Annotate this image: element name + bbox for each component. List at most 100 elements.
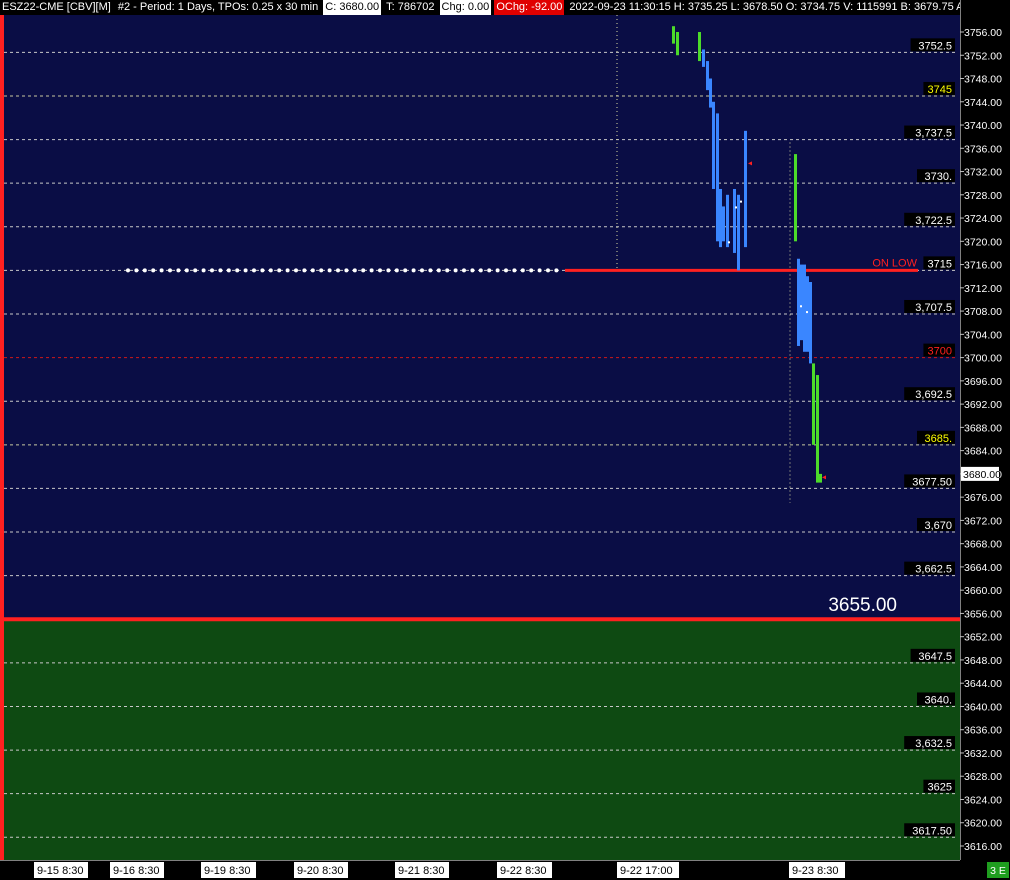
- price-tick-label: 3660.00: [964, 585, 1002, 597]
- level-label: 3752.5: [918, 40, 952, 52]
- on-low-dot: [277, 268, 282, 273]
- on-low-dot: [478, 268, 483, 273]
- corner-badge-label: 3 E: [990, 865, 1006, 877]
- price-tick-label: 3732.00: [964, 167, 1002, 179]
- level-label: 3647.5: [918, 651, 952, 663]
- price-tick-label: 3712.00: [964, 283, 1002, 295]
- price-axis[interactable]: 3756.00 3752.00 3748.00 3744.00 3740.00 3736.…: [960, 0, 1010, 860]
- on-low-dot: [470, 268, 475, 273]
- tpo-profile-bar: [794, 154, 797, 242]
- on-low-dot: [403, 268, 408, 273]
- on-low-dot: [453, 268, 458, 273]
- chart-plot-area[interactable]: 3752.5 3745 3,737.5 3730. 3,722.5 3715 3,707.5…: [0, 15, 960, 860]
- on-low-dot: [378, 268, 382, 273]
- tpo-profile-bar: [676, 32, 679, 56]
- level-label: 3640.: [924, 694, 952, 706]
- on-low-dot: [302, 268, 307, 273]
- on-low-dot: [420, 268, 424, 273]
- time-axis-label: 9-15 8:30: [37, 865, 83, 877]
- time-axis-label: 9-20 8:30: [297, 865, 343, 877]
- time-axis-label: 9-19 8:30: [204, 865, 250, 877]
- on-low-dot: [310, 268, 315, 273]
- change-value: Chg: 0.00: [439, 0, 492, 15]
- on-low-dot: [504, 268, 508, 273]
- close-price: C: 3680.00: [323, 0, 382, 15]
- on-low-dot: [512, 268, 517, 273]
- on-low-dot: [327, 268, 332, 273]
- open-marker-icon: ◂: [748, 159, 752, 168]
- on-low-dot: [176, 268, 181, 273]
- level-label: 3745: [928, 84, 952, 96]
- tpo-profile-bar: [672, 26, 675, 44]
- on-low-dot: [168, 268, 172, 273]
- on-low-dot: [319, 268, 324, 273]
- on-low-dot: [361, 268, 366, 273]
- current-price-label: 3680.00: [963, 469, 1001, 481]
- on-low-dot: [226, 268, 231, 273]
- tpo-profile-bar: [816, 375, 819, 483]
- open-change-value: OChg: -92.00: [494, 0, 565, 15]
- tpo-profile-bar: [702, 49, 705, 67]
- on-low-dot: [294, 268, 298, 273]
- on-low-dot: [151, 268, 156, 273]
- price-tick-label: 3616.00: [964, 841, 1002, 853]
- on-low-dot: [546, 268, 550, 273]
- tpo-profile-bar: [719, 188, 722, 248]
- tpo-profile-bar: [806, 276, 809, 352]
- on-low-dot: [436, 268, 441, 273]
- tpo-marker: [740, 200, 742, 203]
- on-low-dot: [554, 268, 559, 273]
- price-tick-label: 3668.00: [964, 539, 1002, 551]
- time-axis[interactable]: 9-15 8:30 9-16 8:30 9-19 8:30 9-20 8:30 9-21…: [0, 860, 1010, 880]
- price-tick-label: 3676.00: [964, 492, 1002, 504]
- on-low-dot: [369, 268, 374, 273]
- time-axis-label: 9-22 8:30: [500, 865, 546, 877]
- tpo-profile-bar: [706, 61, 709, 91]
- upper-zone-background: [0, 15, 960, 620]
- tpo-profile-bar: [712, 101, 715, 189]
- on-low-dot: [352, 268, 357, 273]
- on-low-dot: [142, 268, 147, 273]
- tpo-profile-bar: [797, 258, 800, 346]
- tpo-profile-bar: [812, 363, 815, 445]
- price-tick-label: 3692.00: [964, 399, 1002, 411]
- on-low-dot: [445, 268, 450, 273]
- tpo-profile-bar: [809, 282, 812, 364]
- price-tick-label: 3720.00: [964, 236, 1002, 248]
- tpo-marker: [735, 206, 737, 209]
- level-label: 3,737.5: [915, 128, 952, 140]
- key-level-label: 3655.00: [828, 595, 897, 616]
- on-low-dot: [487, 268, 492, 273]
- chart-header: ESZ22-CME [CBV][M] #2 - Period: 1 Days, …: [0, 0, 960, 15]
- tpo-profile-bar: [733, 188, 736, 253]
- on-low-dot: [344, 268, 349, 273]
- price-tick-label: 3756.00: [964, 27, 1002, 39]
- on-low-dot: [243, 268, 248, 273]
- tpo-marker: [806, 311, 808, 314]
- price-tick-label: 3644.00: [964, 678, 1002, 690]
- price-tick-label: 3684.00: [964, 446, 1002, 458]
- price-tick-label: 3652.00: [964, 632, 1002, 644]
- on-low-dot: [159, 268, 164, 273]
- level-label: 3,662.5: [915, 564, 952, 576]
- close-marker-icon: ◂: [822, 473, 826, 482]
- level-label: 3617.50: [912, 825, 952, 837]
- level-label: 3,722.5: [915, 215, 952, 227]
- on-low-dot: [134, 268, 139, 273]
- tpo-profile-bar: [737, 194, 740, 271]
- level-label: 3715: [928, 258, 952, 270]
- price-tick-label: 3656.00: [964, 608, 1002, 620]
- tpo-marker: [800, 305, 802, 308]
- price-tick-label: 3636.00: [964, 725, 1002, 737]
- price-tick-label: 3736.00: [964, 143, 1002, 155]
- price-tick-label: 3724.00: [964, 213, 1002, 225]
- on-low-dot: [252, 268, 256, 273]
- time-axis-label: 9-16 8:30: [113, 865, 159, 877]
- symbol-label: ESZ22-CME [CBV][M]: [2, 1, 111, 13]
- on-low-dot: [520, 268, 525, 273]
- on-low-dot: [201, 268, 206, 273]
- tpo-profile-bar: [744, 130, 747, 248]
- on-low-dot: [184, 268, 189, 273]
- price-tick-label: 3632.00: [964, 748, 1002, 760]
- on-low-dot: [537, 268, 542, 273]
